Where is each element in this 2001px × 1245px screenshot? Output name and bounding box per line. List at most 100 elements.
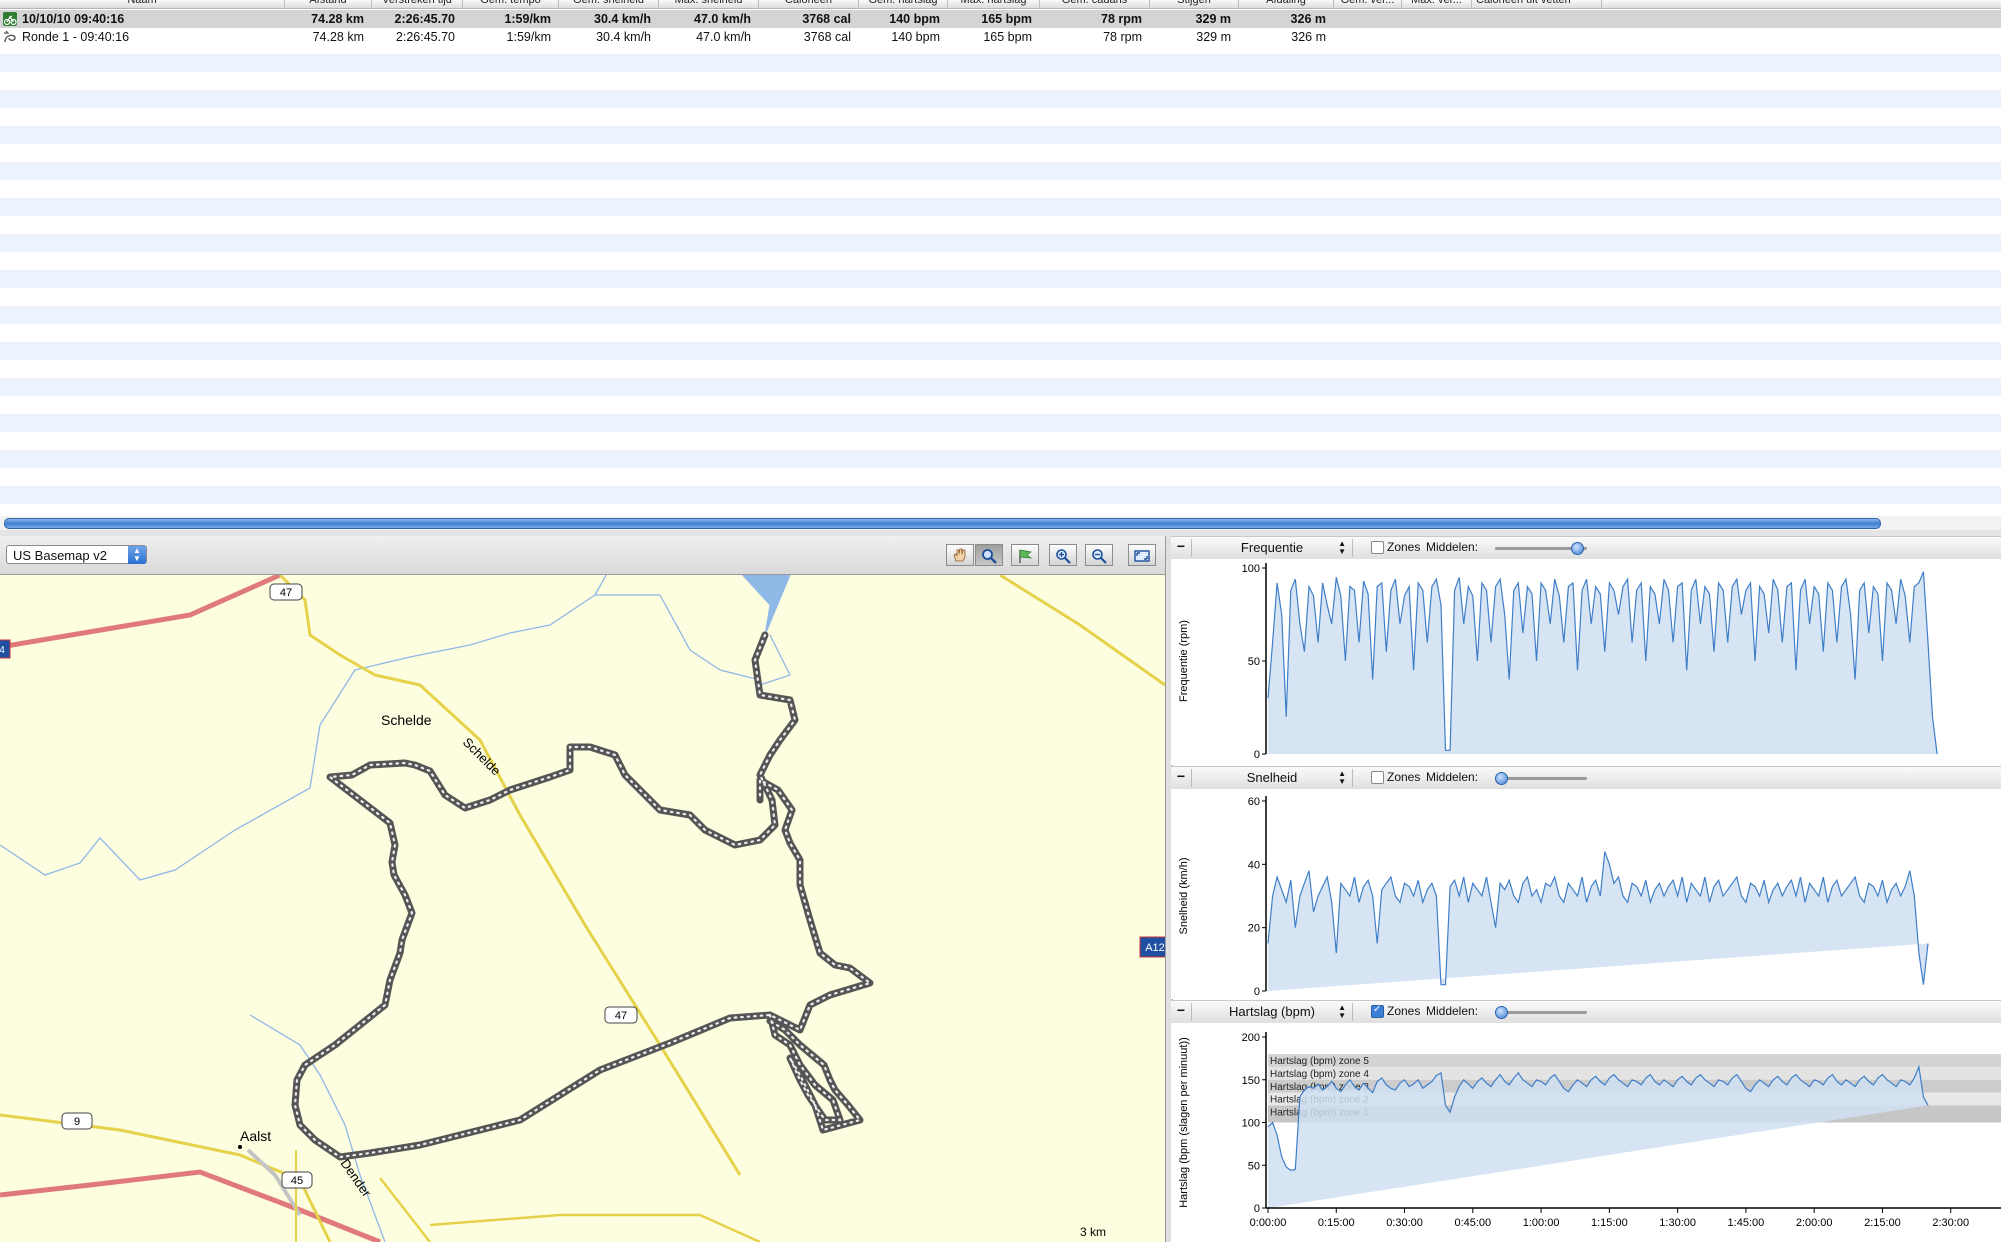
- flag-tool-button[interactable]: [1011, 544, 1039, 566]
- label-aalst: Aalst: [240, 1128, 271, 1144]
- col-header-max-ver[interactable]: Max. ver...: [1402, 0, 1472, 8]
- col-header-gem-hartslag[interactable]: Gem. hartslag: [859, 0, 948, 8]
- zoom-in-button[interactable]: [1049, 544, 1077, 566]
- graph-type-select[interactable]: Snelheid ▲▼: [1191, 769, 1353, 787]
- scrollbar-thumb[interactable]: [4, 518, 1881, 529]
- cell-gem-hartslag: 140 bpm: [859, 10, 948, 28]
- svg-text:47: 47: [280, 587, 292, 599]
- series-area: [1268, 1067, 1928, 1208]
- zones-label: Zones: [1387, 1004, 1420, 1018]
- series-area: [1268, 852, 1928, 991]
- smoothing-slider[interactable]: [1495, 1011, 1587, 1014]
- smoothing-slider-knob[interactable]: [1571, 542, 1584, 555]
- chevron-updown-icon: ▲▼: [1338, 539, 1346, 556]
- zoom-out-button[interactable]: [1085, 544, 1113, 566]
- map-scale: 3 km: [1080, 1225, 1106, 1239]
- river-line: [595, 575, 640, 595]
- chevron-updown-icon: ▲▼: [1338, 769, 1346, 786]
- map-toolbar: US Basemap v2 ▲▼: [0, 536, 1165, 575]
- col-header-naam[interactable]: Naam: [0, 0, 285, 8]
- col-header-verstreken-tijd[interactable]: Verstreken tijd: [372, 0, 463, 8]
- river-line: [715, 575, 790, 635]
- smoothing-slider-knob[interactable]: [1495, 1006, 1508, 1019]
- highway-shield-a14: 4: [0, 640, 10, 658]
- chevron-updown-icon: ▲▼: [128, 546, 146, 564]
- hand-icon: [952, 548, 968, 562]
- y-tick-label: 50: [1248, 1160, 1260, 1172]
- basemap-select-value: US Basemap v2: [13, 548, 107, 563]
- cell-stijgen: 329 m: [1150, 28, 1239, 46]
- col-header-gem-tempo[interactable]: Gem. tempo: [463, 0, 559, 8]
- cell-afdaling: 326 m: [1239, 28, 1334, 46]
- smoothing-slider-knob[interactable]: [1495, 772, 1508, 785]
- zones-checkbox[interactable]: [1371, 771, 1384, 784]
- y-tick-label: 60: [1248, 796, 1260, 808]
- collapse-graph-button[interactable]: −: [1174, 541, 1188, 553]
- zones-checkbox[interactable]: [1371, 541, 1384, 554]
- y-tick-label: 150: [1242, 1075, 1260, 1087]
- graph-type-select[interactable]: Hartslag (bpm)▲▼: [1191, 1003, 1353, 1021]
- graph-toolbar-hartslag: − Hartslag (bpm)▲▼ Zones Middelen:: [1171, 1000, 2001, 1024]
- collapse-graph-button[interactable]: −: [1174, 771, 1188, 783]
- col-header-afstand[interactable]: Afstand: [285, 0, 372, 8]
- zones-checkbox[interactable]: [1371, 1005, 1384, 1018]
- x-tick-label: 2:15:00: [1864, 1217, 1901, 1229]
- activity-table: Naam Afstand Verstreken tijd Gem. tempo …: [0, 0, 2001, 523]
- cell-gem-snelheid: 30.4 km/h: [559, 28, 659, 46]
- label-schelde: Schelde: [381, 712, 432, 728]
- cell-max-hartslag: 165 bpm: [948, 28, 1040, 46]
- graph-frequentie[interactable]: 100500Frequentie (rpm): [1171, 559, 2001, 765]
- basemap-select[interactable]: US Basemap v2 ▲▼: [6, 545, 147, 564]
- route-shield-45: 45: [282, 1172, 312, 1188]
- pan-tool-button[interactable]: [946, 544, 974, 566]
- middelen-label: Middelen:: [1426, 770, 1478, 784]
- col-header-max-hartslag[interactable]: Max. hartslag: [948, 0, 1040, 8]
- collapse-graph-button[interactable]: −: [1174, 1005, 1188, 1017]
- magnify-tool-button[interactable]: [975, 544, 1003, 566]
- hr-zone-band: [1268, 1054, 2001, 1067]
- cell-calorieen: 3768 cal: [759, 28, 859, 46]
- col-header-gem-snelheid[interactable]: Gem. snelheid: [559, 0, 659, 8]
- graph-type-select[interactable]: Frequentie ▲▼: [1191, 539, 1353, 557]
- horizontal-scrollbar[interactable]: [0, 516, 2001, 530]
- x-tick-label: 0:15:00: [1318, 1217, 1355, 1229]
- col-header-gem-ver[interactable]: Gem. ver...: [1334, 0, 1402, 8]
- col-header-calorieen-uit-vetten[interactable]: Calorieën uit vetten: [1472, 0, 1602, 8]
- graph-toolbar-frequentie: − Frequentie▲▼ Zones Middelen:: [1171, 536, 2001, 560]
- graph-hartslag[interactable]: Hartslag (bpm) zone 5Hartslag (bpm) zone…: [1171, 1023, 2001, 1242]
- cell-max-snelheid: 47.0 km/h: [659, 28, 759, 46]
- graph-snelheid[interactable]: 6040200Snelheid (km/h): [1171, 789, 2001, 999]
- x-tick-label: 2:00:00: [1796, 1217, 1833, 1229]
- col-header-stijgen[interactable]: Stijgen: [1150, 0, 1239, 8]
- y-axis-label: Hartslag (bpm (slagen per minuut)): [1178, 1037, 1190, 1208]
- zones-label: Zones: [1387, 770, 1420, 784]
- graph-type-value: Snelheid: [1247, 770, 1298, 785]
- svg-text:45: 45: [291, 1175, 303, 1187]
- x-tick-label: 1:30:00: [1659, 1217, 1696, 1229]
- col-header-max-snelheid[interactable]: Max. snelheid: [659, 0, 759, 8]
- flag-icon: [1017, 548, 1033, 564]
- x-tick-label: 1:45:00: [1728, 1217, 1765, 1229]
- cell-max-hartslag: 165 bpm: [948, 10, 1040, 28]
- cell-tempo: 1:59/km: [463, 10, 559, 28]
- table-row[interactable]: 10/10/10 09:40:16 74.28 km 2:26:45.70 1:…: [0, 10, 2001, 28]
- map-view[interactable]: 47 47 9 45 4 A12 Schelde Schelde Aalst D…: [0, 575, 1165, 1242]
- col-header-afdaling[interactable]: Afdaling: [1239, 0, 1334, 8]
- col-header-calorieen[interactable]: Calorieën: [759, 0, 859, 8]
- road-9: [0, 1115, 300, 1180]
- table-row[interactable]: Ronde 1 - 09:40:16 74.28 km 2:26:45.70 1…: [0, 28, 2001, 46]
- road-line: [380, 1178, 430, 1242]
- cell-naam: 10/10/10 09:40:16: [0, 10, 285, 28]
- y-tick-label: 100: [1242, 1118, 1260, 1130]
- svg-text:47: 47: [615, 1010, 627, 1022]
- magnifier-icon: [981, 548, 997, 564]
- cell-tempo: 1:59/km: [463, 28, 559, 46]
- cell-tijd: 2:26:45.70: [372, 10, 463, 28]
- fit-to-window-button[interactable]: [1128, 544, 1156, 566]
- graph-type-value: Frequentie: [1241, 540, 1303, 555]
- frequentie-chart: 100500Frequentie (rpm): [1171, 559, 2001, 765]
- smoothing-slider[interactable]: [1495, 777, 1587, 780]
- map-canvas[interactable]: 47 47 9 45 4 A12 Schelde Schelde Aalst D…: [0, 575, 1165, 1242]
- col-header-gem-cadans[interactable]: Gem. cadans: [1040, 0, 1150, 8]
- fit-to-window-icon: [1134, 548, 1150, 564]
